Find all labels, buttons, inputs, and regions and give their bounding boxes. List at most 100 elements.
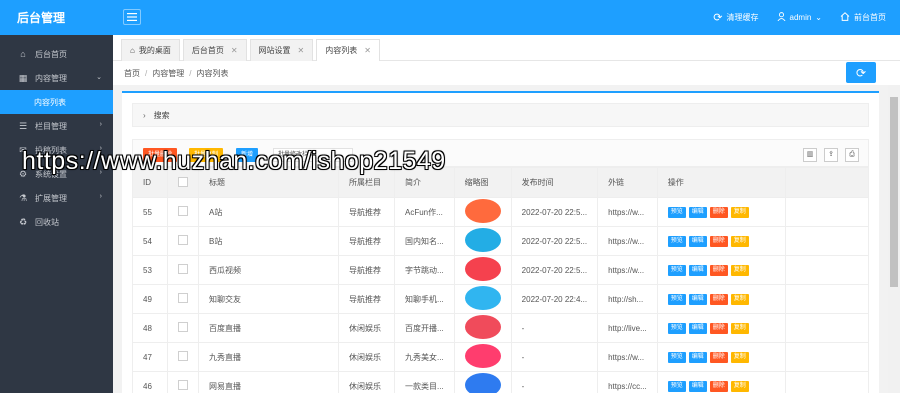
close-icon[interactable]: ✕ (231, 46, 238, 55)
copy-button[interactable]: 复制 (730, 381, 749, 392)
column-header[interactable]: 外链 (597, 167, 658, 198)
front-home-link[interactable]: 前台首页 (840, 12, 886, 23)
copy-button[interactable]: 复制 (730, 323, 749, 334)
sidebar-item-content[interactable]: ▦ 内容管理 ⌄ (0, 66, 113, 90)
row-actions: 预览 编辑 删除 复制 (656, 255, 786, 285)
row-link[interactable]: http://live... (597, 313, 658, 343)
row-checkbox[interactable] (178, 264, 188, 274)
delete-button[interactable]: 删除 (709, 265, 728, 276)
thumbnail-image[interactable] (464, 286, 501, 310)
row-link[interactable]: https://w... (597, 342, 658, 372)
preview-button[interactable]: 预览 (667, 207, 686, 218)
row-thumbnail-cell (453, 284, 512, 314)
edit-button[interactable]: 编辑 (688, 207, 707, 218)
thumbnail-image[interactable] (464, 228, 501, 252)
preview-button[interactable]: 预览 (667, 236, 686, 247)
preview-button[interactable]: 预览 (667, 294, 686, 305)
reload-button[interactable]: ⟳ (846, 62, 876, 83)
delete-button[interactable]: 删除 (709, 236, 728, 247)
thumbnail-image[interactable] (464, 199, 501, 223)
row-checkbox[interactable] (178, 235, 188, 245)
thumbnail-image[interactable] (464, 373, 501, 393)
scrollbar-thumb[interactable] (890, 97, 898, 287)
copy-button[interactable]: 复制 (730, 236, 749, 247)
tab-desktop[interactable]: ⌂ 我的桌面 (121, 39, 180, 61)
column-header[interactable]: 发布时间 (510, 167, 599, 198)
copy-button[interactable]: 复制 (730, 207, 749, 218)
row-link[interactable]: https://w... (597, 226, 658, 256)
row-title: 西瓜视频 (198, 255, 339, 285)
table-row: 49 知聊交友 导航推荐 知聊手机... 2022-07-20 22:4... http:… (132, 284, 870, 314)
preview-button[interactable]: 预览 (667, 265, 686, 276)
delete-button[interactable]: 删除 (709, 207, 728, 218)
home-icon: ⌂ (20, 49, 26, 59)
delete-button[interactable]: 删除 (709, 323, 728, 334)
row-link[interactable]: https://cc... (597, 371, 658, 393)
watermark: https://www.huzhan.com/ishop21549 (22, 147, 446, 175)
row-checkbox[interactable] (178, 351, 188, 361)
row-checkbox-cell (167, 313, 199, 343)
table-row: 55 A站 导航推荐 AcFun作... 2022-07-20 22:5... https… (132, 197, 870, 227)
close-icon[interactable]: ✕ (364, 46, 371, 55)
copy-button[interactable]: 复制 (730, 265, 749, 276)
row-intro: 知聊手机... (394, 284, 455, 314)
row-actions: 预览 编辑 删除 复制 (656, 226, 786, 256)
delete-button[interactable]: 删除 (709, 352, 728, 363)
sidebar-item-recycle[interactable]: ♻ 回收站 (0, 210, 113, 234)
row-id: 47 (132, 342, 168, 372)
user-menu[interactable]: admin ⌄ (777, 12, 822, 23)
thumbnail-image[interactable] (464, 315, 501, 339)
chevron-down-icon: ⌄ (815, 13, 822, 22)
row-checkbox[interactable] (178, 322, 188, 332)
preview-button[interactable]: 预览 (667, 381, 686, 392)
edit-button[interactable]: 编辑 (688, 236, 707, 247)
row-link[interactable]: http://sh... (597, 284, 658, 314)
chevron-right-icon: › (99, 121, 102, 128)
row-checkbox-cell (167, 255, 199, 285)
row-link[interactable]: https://w... (597, 255, 658, 285)
copy-button[interactable]: 复制 (730, 352, 749, 363)
tab-content-list[interactable]: 内容列表 ✕ (316, 39, 380, 61)
edit-button[interactable]: 编辑 (688, 323, 707, 334)
thumbnail-image[interactable] (464, 344, 501, 368)
row-link[interactable]: https://w... (597, 197, 658, 227)
breadcrumb-home[interactable]: 首页 (124, 69, 140, 78)
edit-button[interactable]: 编辑 (688, 294, 707, 305)
clear-cache-button[interactable]: ⟳ 清理缓存 (713, 11, 758, 24)
select-all-checkbox[interactable] (178, 176, 188, 187)
export-icon[interactable]: ⇪ (824, 148, 838, 162)
edit-button[interactable]: 编辑 (688, 352, 707, 363)
thumbnail-image[interactable] (464, 257, 501, 281)
menu-toggle-icon[interactable] (123, 9, 141, 25)
sidebar-item-home[interactable]: ⌂ 后台首页 (0, 42, 113, 66)
tab-admin-home[interactable]: 后台首页 ✕ (182, 39, 247, 61)
row-checkbox[interactable] (178, 293, 188, 303)
close-icon[interactable]: ✕ (298, 46, 305, 55)
column-header[interactable]: 缩略图 (453, 167, 512, 198)
columns-filter-icon[interactable]: ▥ (803, 148, 817, 162)
breadcrumb-content[interactable]: 内容管理 (152, 69, 184, 78)
preview-button[interactable]: 预览 (667, 352, 686, 363)
row-id: 49 (132, 284, 168, 314)
row-checkbox[interactable] (178, 206, 188, 216)
edit-button[interactable]: 编辑 (688, 265, 707, 276)
row-category: 休闲娱乐 (338, 313, 395, 343)
search-panel-toggle[interactable]: › 搜索 (132, 103, 869, 127)
edit-button[interactable]: 编辑 (688, 381, 707, 392)
delete-button[interactable]: 删除 (709, 294, 728, 305)
refresh-icon: ⟳ (713, 12, 723, 24)
page-scrollbar[interactable] (888, 85, 900, 393)
row-checkbox[interactable] (178, 380, 188, 390)
row-intro: 百度开播... (394, 313, 455, 343)
copy-button[interactable]: 复制 (730, 294, 749, 305)
tab-label: 我的桌面 (138, 46, 171, 55)
tab-site-settings[interactable]: 网站设置 ✕ (249, 39, 314, 61)
sidebar-item-columns[interactable]: ☰ 栏目管理 › (0, 114, 113, 138)
delete-button[interactable]: 删除 (709, 381, 728, 392)
preview-button[interactable]: 预览 (667, 323, 686, 334)
sidebar-item-content-list[interactable]: 内容列表 (0, 90, 113, 114)
print-icon[interactable]: ⎙ (845, 148, 859, 162)
sidebar-item-extensions[interactable]: ⚗ 扩展管理 › (0, 186, 113, 210)
row-thumbnail-cell (453, 342, 512, 372)
row-category: 导航推荐 (338, 226, 395, 256)
